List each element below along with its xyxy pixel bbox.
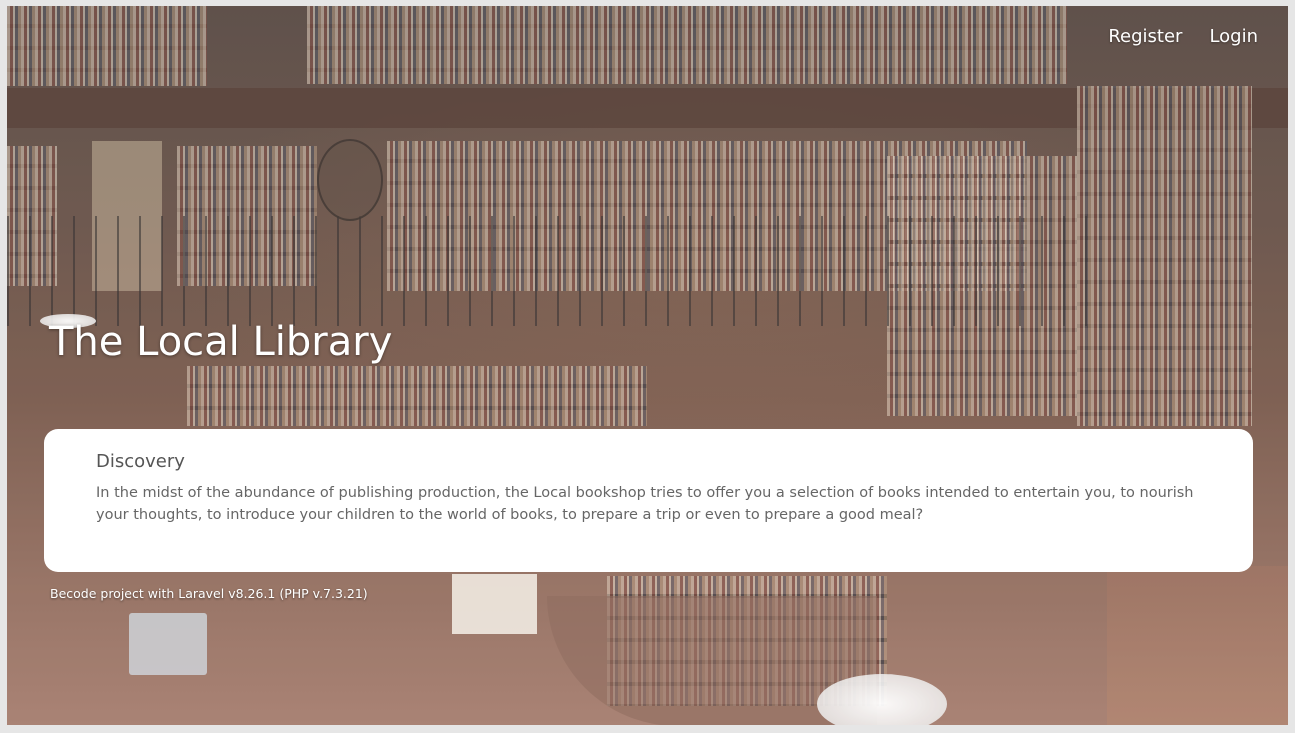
- discovery-card: Discovery In the midst of the abundance …: [44, 429, 1253, 572]
- login-link[interactable]: Login: [1209, 26, 1258, 47]
- page-title: The Local Library: [49, 319, 393, 365]
- hero-background: Register Login The Local Library Discove…: [7, 6, 1288, 725]
- top-navigation: Register Login: [1108, 26, 1258, 47]
- footer-credit: Becode project with Laravel v8.26.1 (PHP…: [50, 586, 368, 601]
- background-overlay: [7, 6, 1288, 725]
- discovery-text: In the midst of the abundance of publish…: [96, 485, 1194, 523]
- discovery-heading: Discovery: [96, 451, 185, 472]
- register-link[interactable]: Register: [1108, 26, 1182, 47]
